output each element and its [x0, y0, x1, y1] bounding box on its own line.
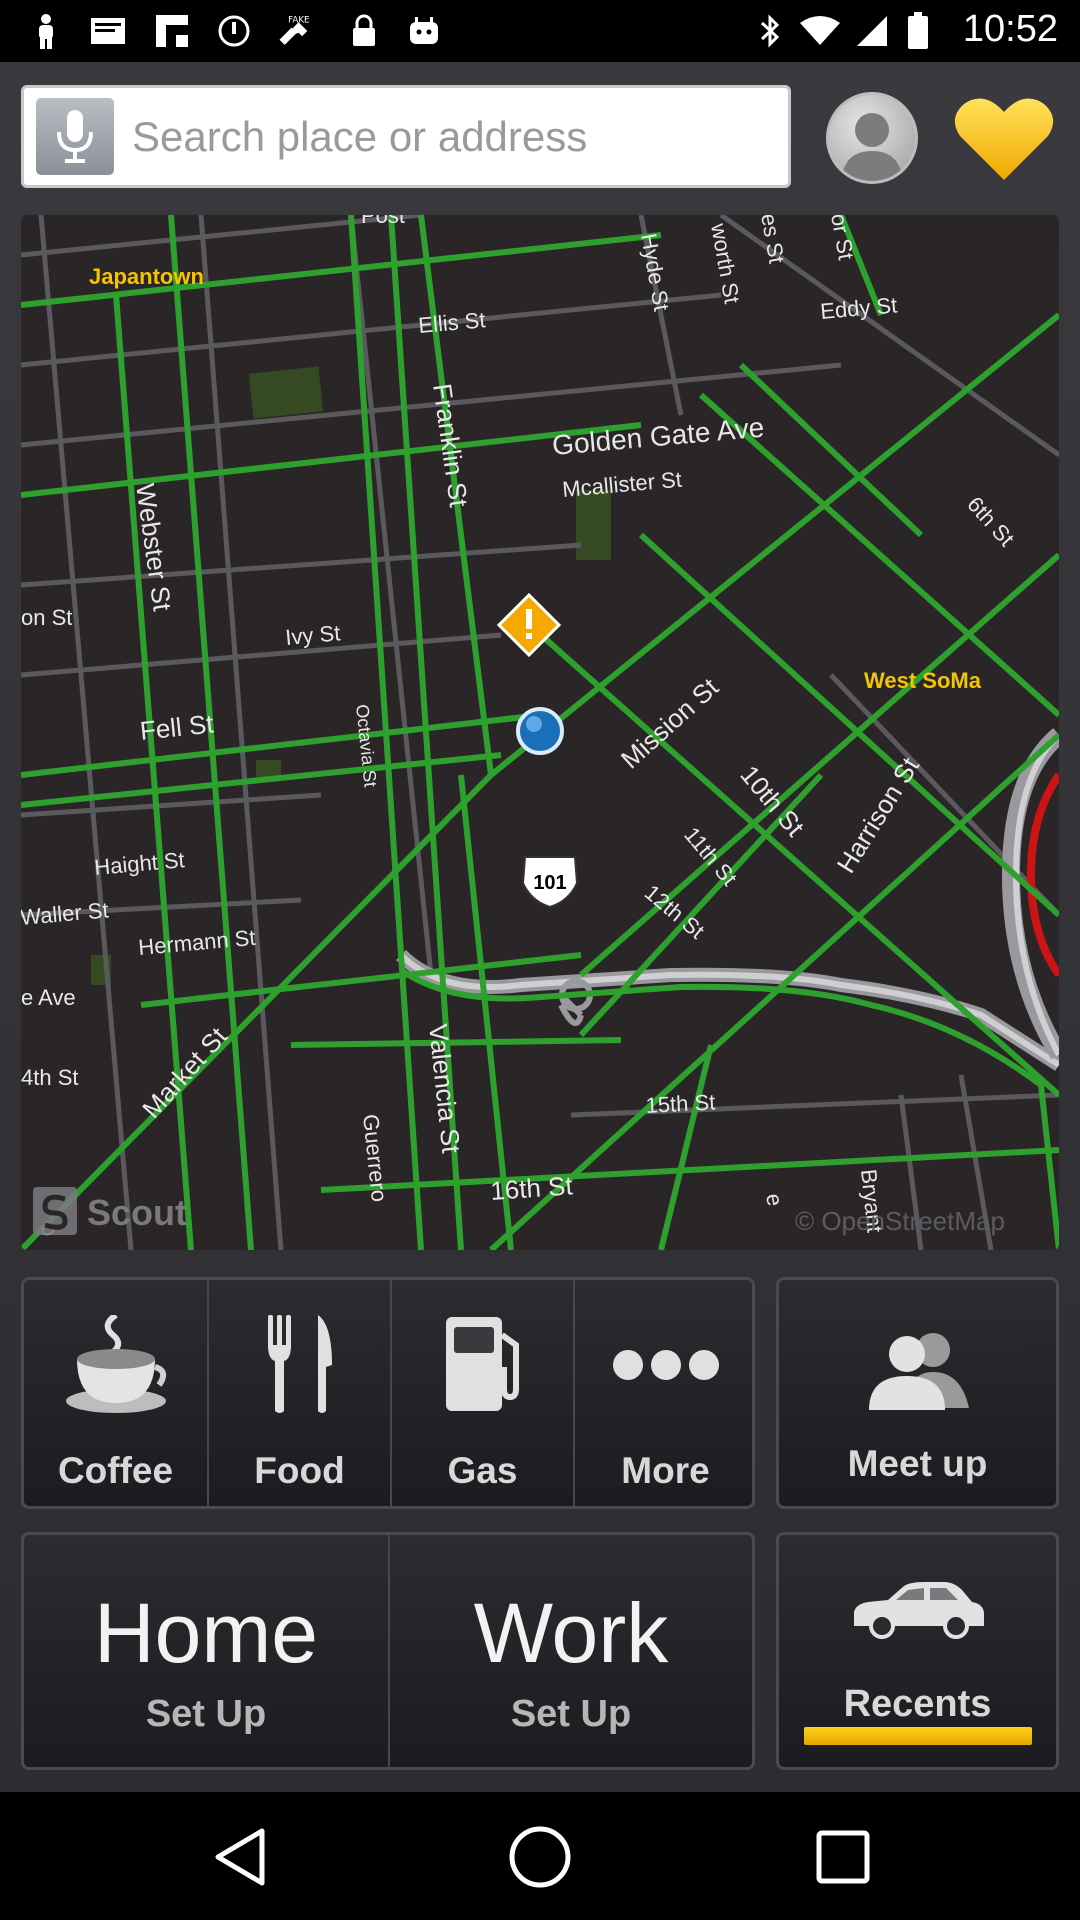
map-label-post: Post	[361, 215, 405, 228]
recents-button[interactable]: Recents	[776, 1532, 1059, 1770]
category-coffee-button[interactable]: Coffee	[24, 1280, 207, 1506]
meet-up-label: Meet up	[847, 1443, 988, 1484]
favorites-button[interactable]	[952, 94, 1056, 184]
map-attribution[interactable]: © OpenStreetMap	[795, 1206, 1005, 1236]
current-location-icon	[516, 707, 564, 755]
map-label-4th: 4th St	[21, 1065, 78, 1090]
map-label-ave: e Ave	[21, 985, 76, 1010]
scout-app: 101 Japantown West SoMa Ellis St Eddy St…	[0, 62, 1080, 1792]
avatar-icon	[841, 113, 903, 181]
category-label-more: More	[621, 1450, 710, 1491]
map-label-on: on St	[21, 605, 72, 630]
category-label-gas: Gas	[447, 1450, 518, 1491]
lock-icon	[344, 12, 384, 50]
home-title: Home	[93, 1586, 319, 1680]
category-more-button[interactable]: More	[573, 1280, 756, 1506]
work-setup-label: Set Up	[510, 1693, 632, 1735]
highway-shield-label: 101	[533, 872, 566, 894]
microphone-icon	[57, 109, 93, 163]
search-input[interactable]	[132, 106, 772, 168]
category-label-coffee: Coffee	[57, 1450, 174, 1491]
map-label-japantown: Japantown	[89, 264, 204, 289]
work-title: Work	[473, 1586, 669, 1680]
map-label-16th: 16th St	[489, 1170, 574, 1206]
category-label-food: Food	[254, 1450, 345, 1491]
signal-icon	[852, 12, 892, 50]
map-label-west-soma: West SoMa	[864, 668, 982, 693]
people-icon	[779, 1320, 1056, 1420]
recents-label: Recents	[843, 1683, 992, 1725]
category-gas-button[interactable]: Gas	[390, 1280, 573, 1506]
map-label-ivy: Ivy St	[284, 620, 341, 650]
home-setup-label: Set Up	[145, 1693, 267, 1735]
fork-knife-icon	[209, 1315, 390, 1415]
mail-icon	[88, 12, 128, 50]
home-nav-button[interactable]	[500, 1822, 580, 1892]
coffee-cup-icon	[24, 1315, 207, 1415]
category-food-button[interactable]: Food	[207, 1280, 390, 1506]
map-view[interactable]: 101 Japantown West SoMa Ellis St Eddy St…	[21, 215, 1059, 1250]
recent-apps-icon	[816, 1830, 870, 1884]
battery-icon	[898, 12, 938, 50]
alarm-icon	[214, 12, 254, 50]
navigation-bar	[0, 1792, 1080, 1920]
profile-button[interactable]	[826, 92, 918, 184]
gps-icon: FAKE	[276, 12, 316, 50]
status-bar: FAKE 10:52	[0, 0, 1080, 62]
more-dots-icon	[575, 1315, 756, 1415]
home-work-panel: Home Set Up Work Set Up	[21, 1532, 755, 1770]
clock: 10:52	[962, 8, 1058, 50]
gas-pump-icon	[392, 1315, 573, 1415]
recent-apps-button[interactable]	[803, 1822, 883, 1892]
recents-accent-bar	[804, 1727, 1032, 1745]
voice-search-button[interactable]	[36, 98, 114, 175]
scout-logo: Scout	[33, 1187, 187, 1235]
meet-up-button[interactable]: Meet up	[776, 1277, 1059, 1509]
home-button[interactable]: Home Set Up	[24, 1535, 388, 1767]
heart-icon	[954, 98, 1054, 180]
back-button[interactable]	[200, 1822, 280, 1892]
wifi-icon	[800, 12, 840, 50]
person-icon	[26, 12, 66, 50]
map-canvas[interactable]: 101 Japantown West SoMa Ellis St Eddy St…	[21, 215, 1059, 1250]
search-bar[interactable]	[21, 85, 791, 188]
bluetooth-icon	[750, 12, 790, 50]
work-button[interactable]: Work Set Up	[388, 1535, 752, 1767]
scout-brand-label: Scout	[87, 1192, 187, 1233]
car-icon	[779, 1575, 1056, 1645]
category-panel: Coffee Food Gas More	[21, 1277, 755, 1509]
flipboard-icon	[152, 12, 192, 50]
android-icon	[404, 12, 444, 50]
map-label-15th: 15th St	[645, 1089, 716, 1118]
back-icon	[215, 1828, 265, 1886]
home-icon	[509, 1826, 571, 1888]
